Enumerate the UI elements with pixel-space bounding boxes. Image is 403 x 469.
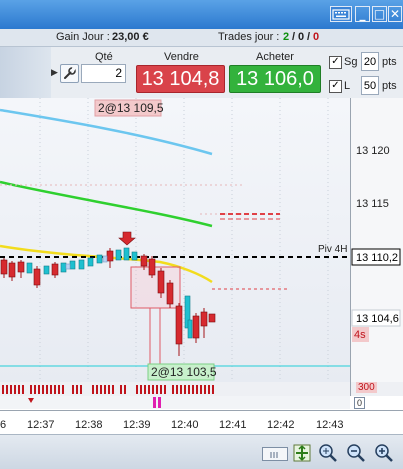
time-tick: 12:43 — [316, 419, 344, 431]
trades-lost: 0 — [313, 31, 320, 43]
trades-separator: / — [307, 31, 311, 43]
trades-label: Trades jour : — [218, 31, 280, 43]
buy-label: Acheter — [256, 51, 294, 63]
time-tick: 12:42 — [267, 419, 295, 431]
volume-scale-label: 300 — [356, 382, 377, 393]
time-tick: 6 — [0, 419, 7, 431]
trading-window: _ □ ✕ Gain Jour : 23,00 € Trades jour : … — [0, 0, 403, 469]
zoom-fit-icon[interactable] — [318, 443, 338, 463]
stop-gain-input[interactable]: 20 — [361, 52, 379, 71]
time-tick: 12:41 — [219, 419, 247, 431]
time-tick: 12:38 — [75, 419, 103, 431]
grid-lines — [39, 98, 329, 382]
signal-marks — [28, 397, 161, 408]
trades-won: 2 — [283, 31, 290, 43]
volume-panel — [0, 382, 350, 396]
collapse-arrow-icon[interactable]: ▶ — [51, 57, 59, 87]
maximize-button[interactable]: □ — [372, 6, 387, 22]
horizontal-scrollbar[interactable] — [262, 447, 288, 461]
moving-average-cyan — [0, 108, 213, 156]
gain-label: Gain Jour : — [56, 31, 110, 43]
keyboard-icon[interactable] — [330, 6, 352, 22]
zoom-out-icon[interactable] — [346, 443, 366, 463]
price-tick: 13 115 — [356, 198, 389, 210]
pivot-label: Piv 4H — [318, 244, 347, 255]
price-tick: 13 104,6 — [356, 313, 399, 325]
moving-average-green — [0, 180, 213, 228]
trades-separator: / — [292, 31, 296, 43]
signal-panel — [0, 396, 350, 409]
chart-toolbar — [0, 434, 403, 469]
trade-zone — [149, 307, 161, 369]
sell-label: Vendre — [164, 51, 199, 63]
panel-gradient — [0, 47, 51, 98]
signal-scale-label: 0 — [354, 397, 365, 409]
price-tick: 13 110,2 — [356, 252, 398, 264]
bottom-order-label: 2@13 103,5 — [151, 365, 217, 379]
quantity-label: Qté — [95, 51, 113, 63]
time-tick: 12:40 — [171, 419, 199, 431]
stop-loss-label: L — [344, 80, 351, 92]
pan-icon[interactable] — [292, 443, 312, 463]
gain-value: 23,00 € — [112, 31, 149, 43]
buy-button[interactable]: 13 106,0 — [229, 65, 321, 93]
zoom-in-icon[interactable] — [374, 443, 394, 463]
quantity-input[interactable]: 2 — [81, 64, 126, 83]
order-panel: ▶ Qté 2 Vendre Acheter 13 104,8 13 106,0… — [0, 47, 403, 98]
price-tick: 13 120 — [356, 145, 390, 157]
sell-arrow-icon — [118, 231, 136, 246]
title-bar: _ □ ✕ — [0, 0, 403, 29]
countdown-label: 4s — [354, 329, 366, 341]
sell-button[interactable]: 13 104,8 — [136, 65, 225, 93]
stop-gain-unit: pts — [382, 56, 397, 68]
minimize-button[interactable]: _ — [355, 6, 370, 22]
wrench-icon[interactable] — [60, 64, 79, 83]
stop-loss-checkbox[interactable]: ✓ — [329, 80, 342, 93]
volume-bars — [2, 385, 214, 394]
trades-neutral: 0 — [298, 31, 305, 43]
time-tick: 12:37 — [27, 419, 55, 431]
price-chart: 2@13 109,5 2@13 103,5 13 120 13 115 Piv … — [0, 98, 401, 382]
stop-gain-label: Sg — [344, 56, 358, 68]
top-order-label: 2@13 109,5 — [98, 101, 164, 115]
time-tick: 12:39 — [123, 419, 151, 431]
stop-gain-checkbox[interactable]: ✓ — [329, 56, 342, 69]
stop-loss-input[interactable]: 50 — [361, 76, 379, 95]
candlesticks — [0, 247, 216, 356]
daily-stats-bar: Gain Jour : 23,00 € Trades jour : 2 / 0 … — [0, 29, 403, 47]
stop-loss-unit: pts — [382, 80, 397, 92]
close-button[interactable]: ✕ — [388, 6, 402, 22]
time-axis[interactable]: 6 12:37 12:38 12:39 12:40 12:41 12:42 12… — [0, 410, 403, 435]
